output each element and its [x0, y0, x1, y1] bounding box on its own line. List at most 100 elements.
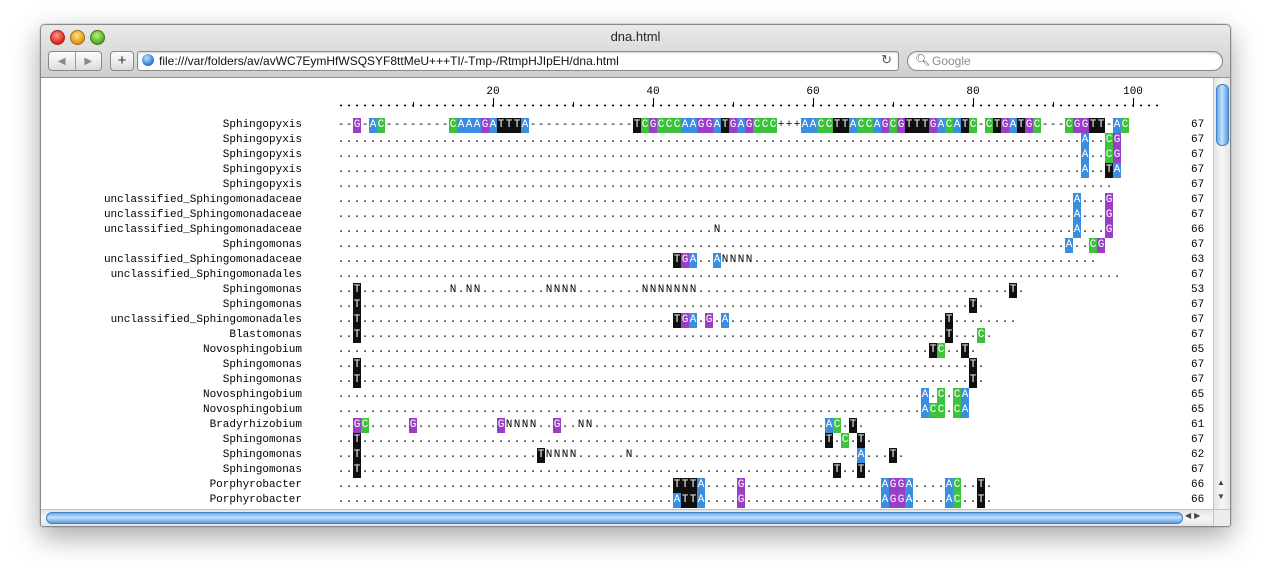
residue-cell: . — [513, 374, 521, 386]
residue-cell: . — [905, 404, 913, 416]
residue-cell: . — [585, 374, 593, 386]
residue-cell: N — [449, 284, 457, 296]
scroll-down-icon[interactable]: ▼ — [1217, 492, 1225, 501]
residue-cell: . — [441, 224, 449, 236]
residue-cell: . — [609, 344, 617, 356]
residue-cell: A — [961, 388, 969, 403]
residue-cell: . — [929, 209, 937, 221]
residue-cell: . — [633, 224, 641, 236]
residue-cell: . — [697, 164, 705, 176]
residue-cell: . — [841, 179, 849, 191]
alignment-row: Sphingopyxis............................… — [41, 133, 1213, 148]
residue-cell: . — [753, 209, 761, 221]
residue-cell: . — [865, 224, 873, 236]
resize-grip[interactable] — [1213, 509, 1230, 526]
sequence-name: Novosphingobium — [202, 404, 302, 416]
residue-cell: . — [689, 224, 697, 236]
residue-cell: . — [553, 344, 561, 356]
residue-cell: . — [617, 434, 625, 446]
residue-cell: . — [873, 239, 881, 251]
residue-cell: . — [489, 344, 497, 356]
residue-cell: . — [801, 419, 809, 431]
residue-cell: . — [401, 179, 409, 191]
residue-cell: G — [681, 253, 689, 268]
residue-cell: . — [545, 299, 553, 311]
residue-cell: . — [961, 479, 969, 491]
residue-cell: . — [921, 479, 929, 491]
residue-cell: . — [721, 434, 729, 446]
forward-arrow-icon: ▶ — [84, 55, 93, 67]
residue-cell: . — [1017, 134, 1025, 146]
residue-cell: . — [569, 299, 577, 311]
residue-cell: . — [433, 314, 441, 326]
residue-cell: . — [369, 284, 377, 296]
residue-cell: N — [649, 284, 657, 296]
residue-cell: . — [801, 464, 809, 476]
residue-cell: . — [345, 164, 353, 176]
vertical-scroll-thumb[interactable] — [1216, 84, 1229, 146]
residue-cell: . — [801, 149, 809, 161]
residue-cell: C — [833, 418, 841, 433]
residue-cell: . — [1089, 269, 1097, 281]
residue-cell: . — [969, 269, 977, 281]
residue-cell: . — [993, 209, 1001, 221]
residue-cell: . — [817, 479, 825, 491]
ruler-tick — [493, 98, 494, 107]
horizontal-scroll-arrows[interactable]: ◀▶ — [1185, 511, 1203, 520]
residue-cell: . — [553, 494, 561, 506]
residue-cell: . — [481, 239, 489, 251]
search-field[interactable]: 🔍︎ — [907, 51, 1223, 71]
residue-cell: T — [833, 118, 841, 133]
residue-cell: . — [441, 389, 449, 401]
residue-cell: . — [1073, 239, 1081, 251]
residue-cell: . — [665, 194, 673, 206]
residue-cell: . — [369, 239, 377, 251]
forward-button[interactable]: ▶ — [74, 52, 102, 70]
residue-cell: . — [417, 134, 425, 146]
residue-cell: . — [697, 449, 705, 461]
residue-cell: . — [1017, 194, 1025, 206]
residue-cell: . — [785, 209, 793, 221]
residue-cell: - — [569, 119, 577, 131]
residue-cell: . — [545, 404, 553, 416]
residue-cell: . — [569, 134, 577, 146]
residue-cell: . — [729, 299, 737, 311]
residue-cell: . — [729, 134, 737, 146]
horizontal-scroll-thumb[interactable] — [46, 512, 1183, 524]
residue-cell: . — [657, 179, 665, 191]
residue-cell: . — [433, 449, 441, 461]
vertical-scrollbar[interactable]: ▲ ▼ — [1213, 78, 1230, 509]
residue-cell: . — [609, 359, 617, 371]
residue-cell: . — [1001, 194, 1009, 206]
scroll-up-icon[interactable]: ▲ — [1217, 478, 1225, 487]
reload-icon[interactable]: ↻ — [881, 52, 892, 68]
residue-cell: . — [617, 299, 625, 311]
residue-cell: - — [361, 119, 369, 131]
residue-cell: . — [745, 194, 753, 206]
address-bar[interactable]: file:///var/folders/av/avWC7EymHfWSQSYF8… — [137, 51, 899, 71]
residue-cell: . — [753, 404, 761, 416]
residue-cell: . — [1009, 224, 1017, 236]
residue-cell: . — [1113, 269, 1121, 281]
residue-cell: . — [721, 479, 729, 491]
search-input[interactable] — [932, 53, 1202, 68]
residue-cell: . — [465, 449, 473, 461]
add-bookmark-button[interactable]: + — [110, 51, 134, 71]
residue-cell: N — [569, 284, 577, 296]
residue-cell: . — [1097, 224, 1105, 236]
residue-cell: . — [601, 404, 609, 416]
residue-cell: . — [457, 269, 465, 281]
residue-cell: . — [337, 224, 345, 236]
residue-cell: . — [441, 434, 449, 446]
residue-cell: . — [537, 134, 545, 146]
residue-cell: . — [529, 164, 537, 176]
residue-cell: . — [417, 269, 425, 281]
residue-cell: . — [673, 299, 681, 311]
horizontal-scrollbar[interactable]: ◀▶ — [41, 509, 1213, 526]
residue-cell: . — [633, 479, 641, 491]
residue-cell: . — [809, 269, 817, 281]
residue-cell: . — [825, 449, 833, 461]
back-button[interactable]: ◀ — [49, 52, 75, 70]
residue-cell: . — [953, 314, 961, 326]
residue-cell: . — [833, 479, 841, 491]
